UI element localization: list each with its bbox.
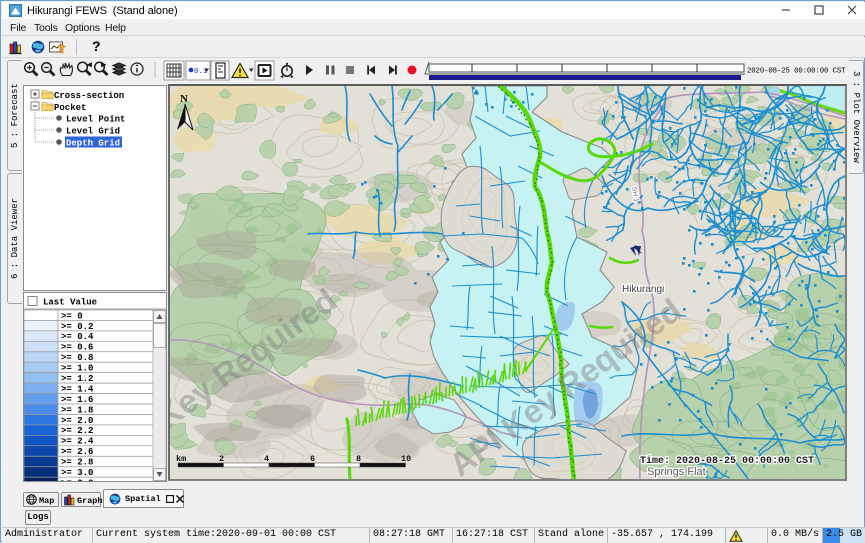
- svg-text:Last Value: Last Value: [43, 298, 97, 308]
- svg-text:Depth Grid: Depth Grid: [66, 139, 120, 149]
- svg-text:N: N: [180, 93, 188, 105]
- svg-text:Springs Flat: Springs Flat: [647, 466, 706, 478]
- svg-text:2020-08-25 00:00:00 CST: 2020-08-25 00:00:00 CST: [747, 68, 846, 76]
- svg-text:>= 3.0: >= 3.0: [61, 468, 93, 478]
- svg-text:4: 4: [264, 454, 269, 464]
- svg-text:>= 2.0: >= 2.0: [61, 416, 93, 426]
- svg-text:>= 0.4: >= 0.4: [61, 332, 94, 342]
- svg-text:8: 8: [356, 454, 361, 464]
- svg-text:>= 0: >= 0: [61, 311, 83, 321]
- svg-text:km: km: [176, 454, 186, 464]
- svg-text:>= 2.6: >= 2.6: [61, 447, 93, 457]
- svg-text:>= 1.6: >= 1.6: [61, 395, 93, 405]
- svg-text:>= 1.2: >= 1.2: [61, 374, 93, 384]
- svg-text:>= 0.2: >= 0.2: [61, 322, 93, 332]
- svg-text:Cross-section: Cross-section: [54, 91, 124, 101]
- svg-text:10: 10: [401, 454, 411, 464]
- svg-text:Level Point: Level Point: [66, 115, 125, 125]
- svg-text:Hikurangi: Hikurangi: [622, 284, 664, 295]
- svg-text:>= 0.8: >= 0.8: [61, 353, 93, 363]
- svg-text:>= 2.2: >= 2.2: [61, 426, 93, 436]
- svg-text:Time: 2020-08-25 00:00:00 CST: Time: 2020-08-25 00:00:00 CST: [640, 455, 814, 467]
- svg-text:6: 6: [310, 454, 315, 464]
- svg-text:>= 1.4: >= 1.4: [61, 384, 94, 394]
- svg-text:>= 3.2: >= 3.2: [61, 479, 93, 482]
- svg-text:2: 2: [219, 454, 224, 464]
- svg-text:>= 2.4: >= 2.4: [61, 437, 94, 447]
- svg-text:Pocket: Pocket: [54, 103, 86, 113]
- svg-text:>= 1.0: >= 1.0: [61, 364, 93, 374]
- svg-text:>= 1.8: >= 1.8: [61, 405, 93, 415]
- svg-text:Level Grid: Level Grid: [66, 127, 120, 137]
- svg-text:>= 0.6: >= 0.6: [61, 343, 93, 353]
- svg-text:>= 2.8: >= 2.8: [61, 458, 93, 468]
